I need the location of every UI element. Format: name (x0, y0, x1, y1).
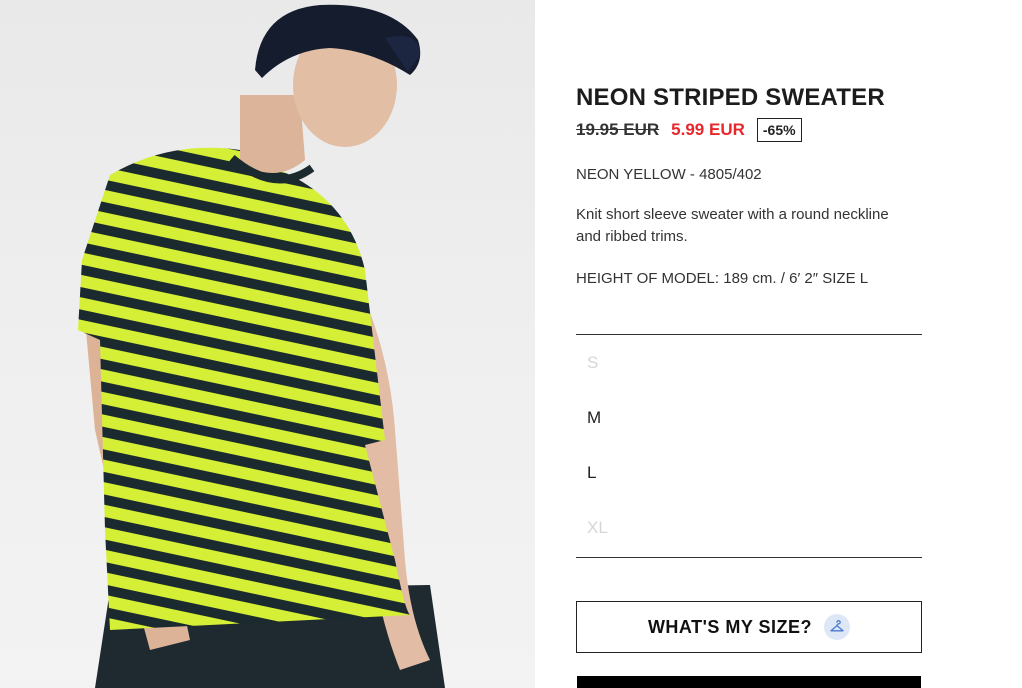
size-option-s: S (587, 353, 599, 372)
size-option-m[interactable]: M (576, 390, 922, 445)
size-button-label: WHAT'S MY SIZE? (647, 616, 813, 637)
size-option-l[interactable]: L (576, 445, 922, 500)
hanger-icon (824, 614, 851, 640)
color-reference: NEON YELLOW - 4805/402 (576, 166, 762, 183)
product-info: NEON STRIPED SWEATER 19.95 EUR 5.99 EUR … (576, 0, 922, 688)
product-title: NEON STRIPED SWEATER (576, 84, 885, 111)
striped-shirt (78, 147, 410, 630)
sale-price: 5.99 EUR (671, 120, 745, 139)
whats-my-size-button[interactable]: WHAT'S MY SIZE? (576, 601, 922, 653)
size-option-xl: XL (587, 518, 608, 537)
discount-badge: -65% (756, 118, 802, 142)
add-to-cart-bar[interactable] (577, 676, 921, 688)
old-price: 19.95 EUR (576, 120, 660, 139)
product-description: Knit short sleeve sweater with a round n… (576, 206, 889, 245)
model-info: HEIGHT OF MODEL: 189 cm. / 6′ 2″ SIZE L (576, 270, 869, 287)
size-selector: S M L XL (576, 334, 922, 558)
price-row: 19.95 EUR 5.99 EUR -65% (576, 118, 802, 142)
model-illustration (78, 4, 445, 688)
product-photo (0, 0, 535, 688)
